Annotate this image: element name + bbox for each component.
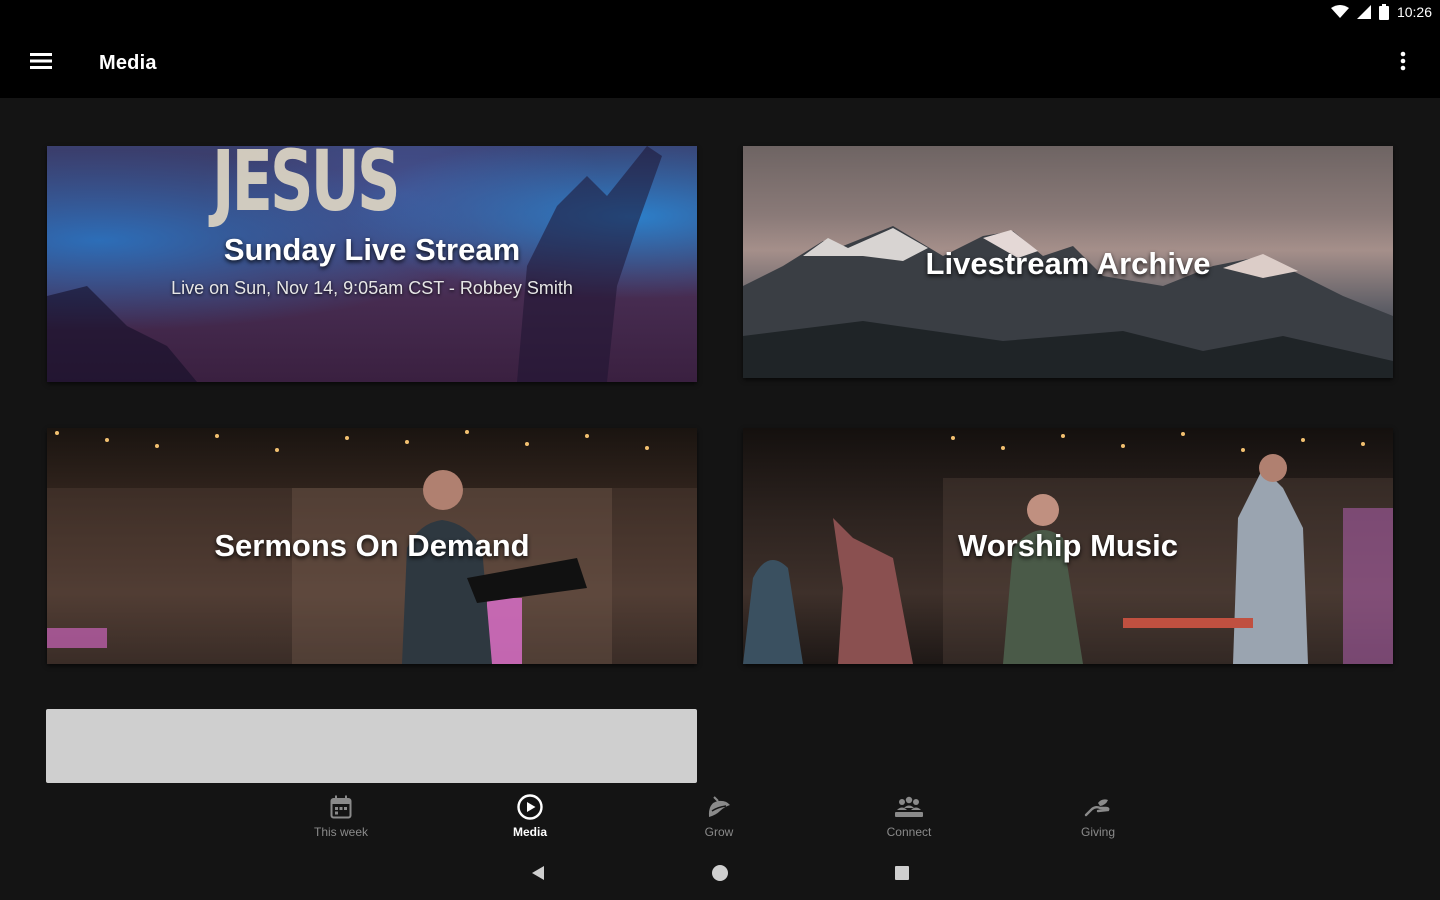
sunday-live-stream-card[interactable]: JESUS Sunday Live Stream Live on Sun, No… [47,146,697,382]
status-time: 10:26 [1396,4,1432,20]
people-icon [894,793,924,821]
card-title: Worship Music [958,528,1178,563]
app-bar: Media [0,30,1440,98]
hamburger-menu-icon [30,52,52,74]
worship-music-card[interactable]: Worship Music [743,428,1393,664]
status-bar: 10:26 [0,0,1440,30]
system-recents-button[interactable] [890,863,914,887]
bottom-navigation: This week Media Grow Connect Giving [0,788,1440,850]
battery-icon [1378,4,1389,20]
card-text-group: Sermons On Demand [47,528,697,564]
overflow-menu-button[interactable] [1386,46,1420,80]
recents-square-icon [894,865,910,886]
grow-icon [706,793,732,821]
tab-grow[interactable]: Grow [659,788,779,850]
system-back-button[interactable] [526,863,550,887]
system-navigation-bar [0,850,1440,900]
giving-hand-icon [1084,793,1112,821]
back-triangle-icon [531,865,545,886]
play-circle-icon [517,793,543,821]
media-content: JESUS Sunday Live Stream Live on Sun, No… [0,98,1440,788]
card-title: Sunday Live Stream [223,232,521,267]
card-text-group: Worship Music [743,528,1393,564]
sermons-on-demand-card[interactable]: Sermons On Demand [47,428,697,664]
cell-signal-icon [1356,5,1371,19]
card-text-group: Sunday Live Stream Live on Sun, Nov 14, … [47,232,697,299]
nav-label: Media [512,825,547,839]
card-text-group: Livestream Archive [743,246,1393,282]
wifi-icon [1330,5,1349,19]
status-icons: 10:26 [1330,4,1432,20]
card-subtitle: Live on Sun, Nov 14, 9:05am CST - Robbey… [171,278,573,298]
livestream-archive-card[interactable]: Livestream Archive [743,146,1393,378]
menu-button[interactable] [24,46,58,80]
nav-label: This week [313,825,369,839]
nav-label: Grow [704,825,734,839]
card-title: Sermons On Demand [214,528,530,563]
nav-label: Giving [1080,825,1115,839]
more-vert-icon [1400,51,1406,76]
tab-connect[interactable]: Connect [849,788,969,850]
card-title: Livestream Archive [925,246,1211,281]
tab-this-week[interactable]: This week [281,788,401,850]
page-title: Media [99,52,157,74]
calendar-icon [330,793,352,821]
home-circle-icon [711,864,729,887]
tab-media[interactable]: Media [470,788,590,850]
card-image-text: JESUS [212,146,401,230]
tab-giving[interactable]: Giving [1038,788,1158,850]
system-home-button[interactable] [708,863,732,887]
loading-card-placeholder[interactable] [46,709,697,783]
nav-label: Connect [886,825,932,839]
